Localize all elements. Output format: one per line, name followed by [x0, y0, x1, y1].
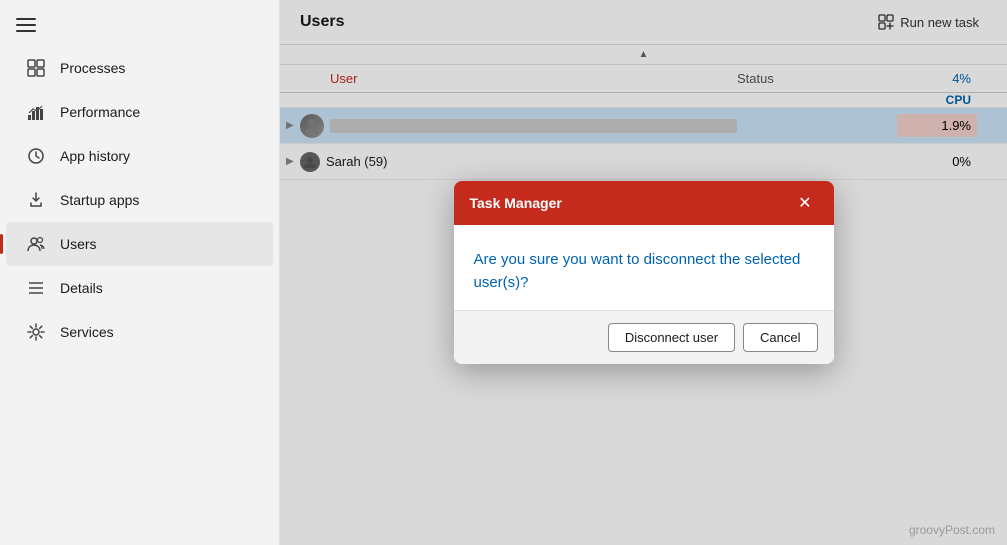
- dialog: Task Manager ✕ Are you sure you want to …: [454, 181, 834, 364]
- dialog-close-button[interactable]: ✕: [792, 191, 817, 215]
- sidebar: Processes Performance App history: [0, 0, 280, 545]
- dialog-title: Task Manager: [470, 195, 562, 211]
- main-content: Users Run new task ▲ User Status 4%: [280, 0, 1007, 545]
- users-label: Users: [60, 236, 97, 252]
- dialog-message: Are you sure you want to disconnect the …: [474, 249, 814, 294]
- disconnect-user-button[interactable]: Disconnect user: [608, 323, 735, 352]
- details-icon: [26, 278, 46, 298]
- users-icon: [26, 234, 46, 254]
- performance-icon: [26, 102, 46, 122]
- services-icon: [26, 322, 46, 342]
- startup-apps-icon: [26, 190, 46, 210]
- cancel-button[interactable]: Cancel: [743, 323, 817, 352]
- sidebar-item-processes[interactable]: Processes: [6, 46, 273, 90]
- dialog-footer: Disconnect user Cancel: [454, 310, 834, 364]
- details-label: Details: [60, 280, 103, 296]
- performance-label: Performance: [60, 104, 140, 120]
- dialog-body: Are you sure you want to disconnect the …: [454, 225, 834, 310]
- modal-overlay: Task Manager ✕ Are you sure you want to …: [280, 0, 1007, 545]
- dialog-header: Task Manager ✕: [454, 181, 834, 225]
- sidebar-item-performance[interactable]: Performance: [6, 90, 273, 134]
- processes-label: Processes: [60, 60, 125, 76]
- app-history-label: App history: [60, 148, 130, 164]
- sidebar-item-startup-apps[interactable]: Startup apps: [6, 178, 273, 222]
- sidebar-item-services[interactable]: Services: [6, 310, 273, 354]
- sidebar-item-details[interactable]: Details: [6, 266, 273, 310]
- processes-icon: [26, 58, 46, 78]
- hamburger-icon: [16, 18, 36, 32]
- sidebar-item-app-history[interactable]: App history: [6, 134, 273, 178]
- sidebar-item-users[interactable]: Users: [6, 222, 273, 266]
- startup-apps-label: Startup apps: [60, 192, 139, 208]
- app-history-icon: [26, 146, 46, 166]
- services-label: Services: [60, 324, 114, 340]
- hamburger-menu[interactable]: [0, 8, 279, 46]
